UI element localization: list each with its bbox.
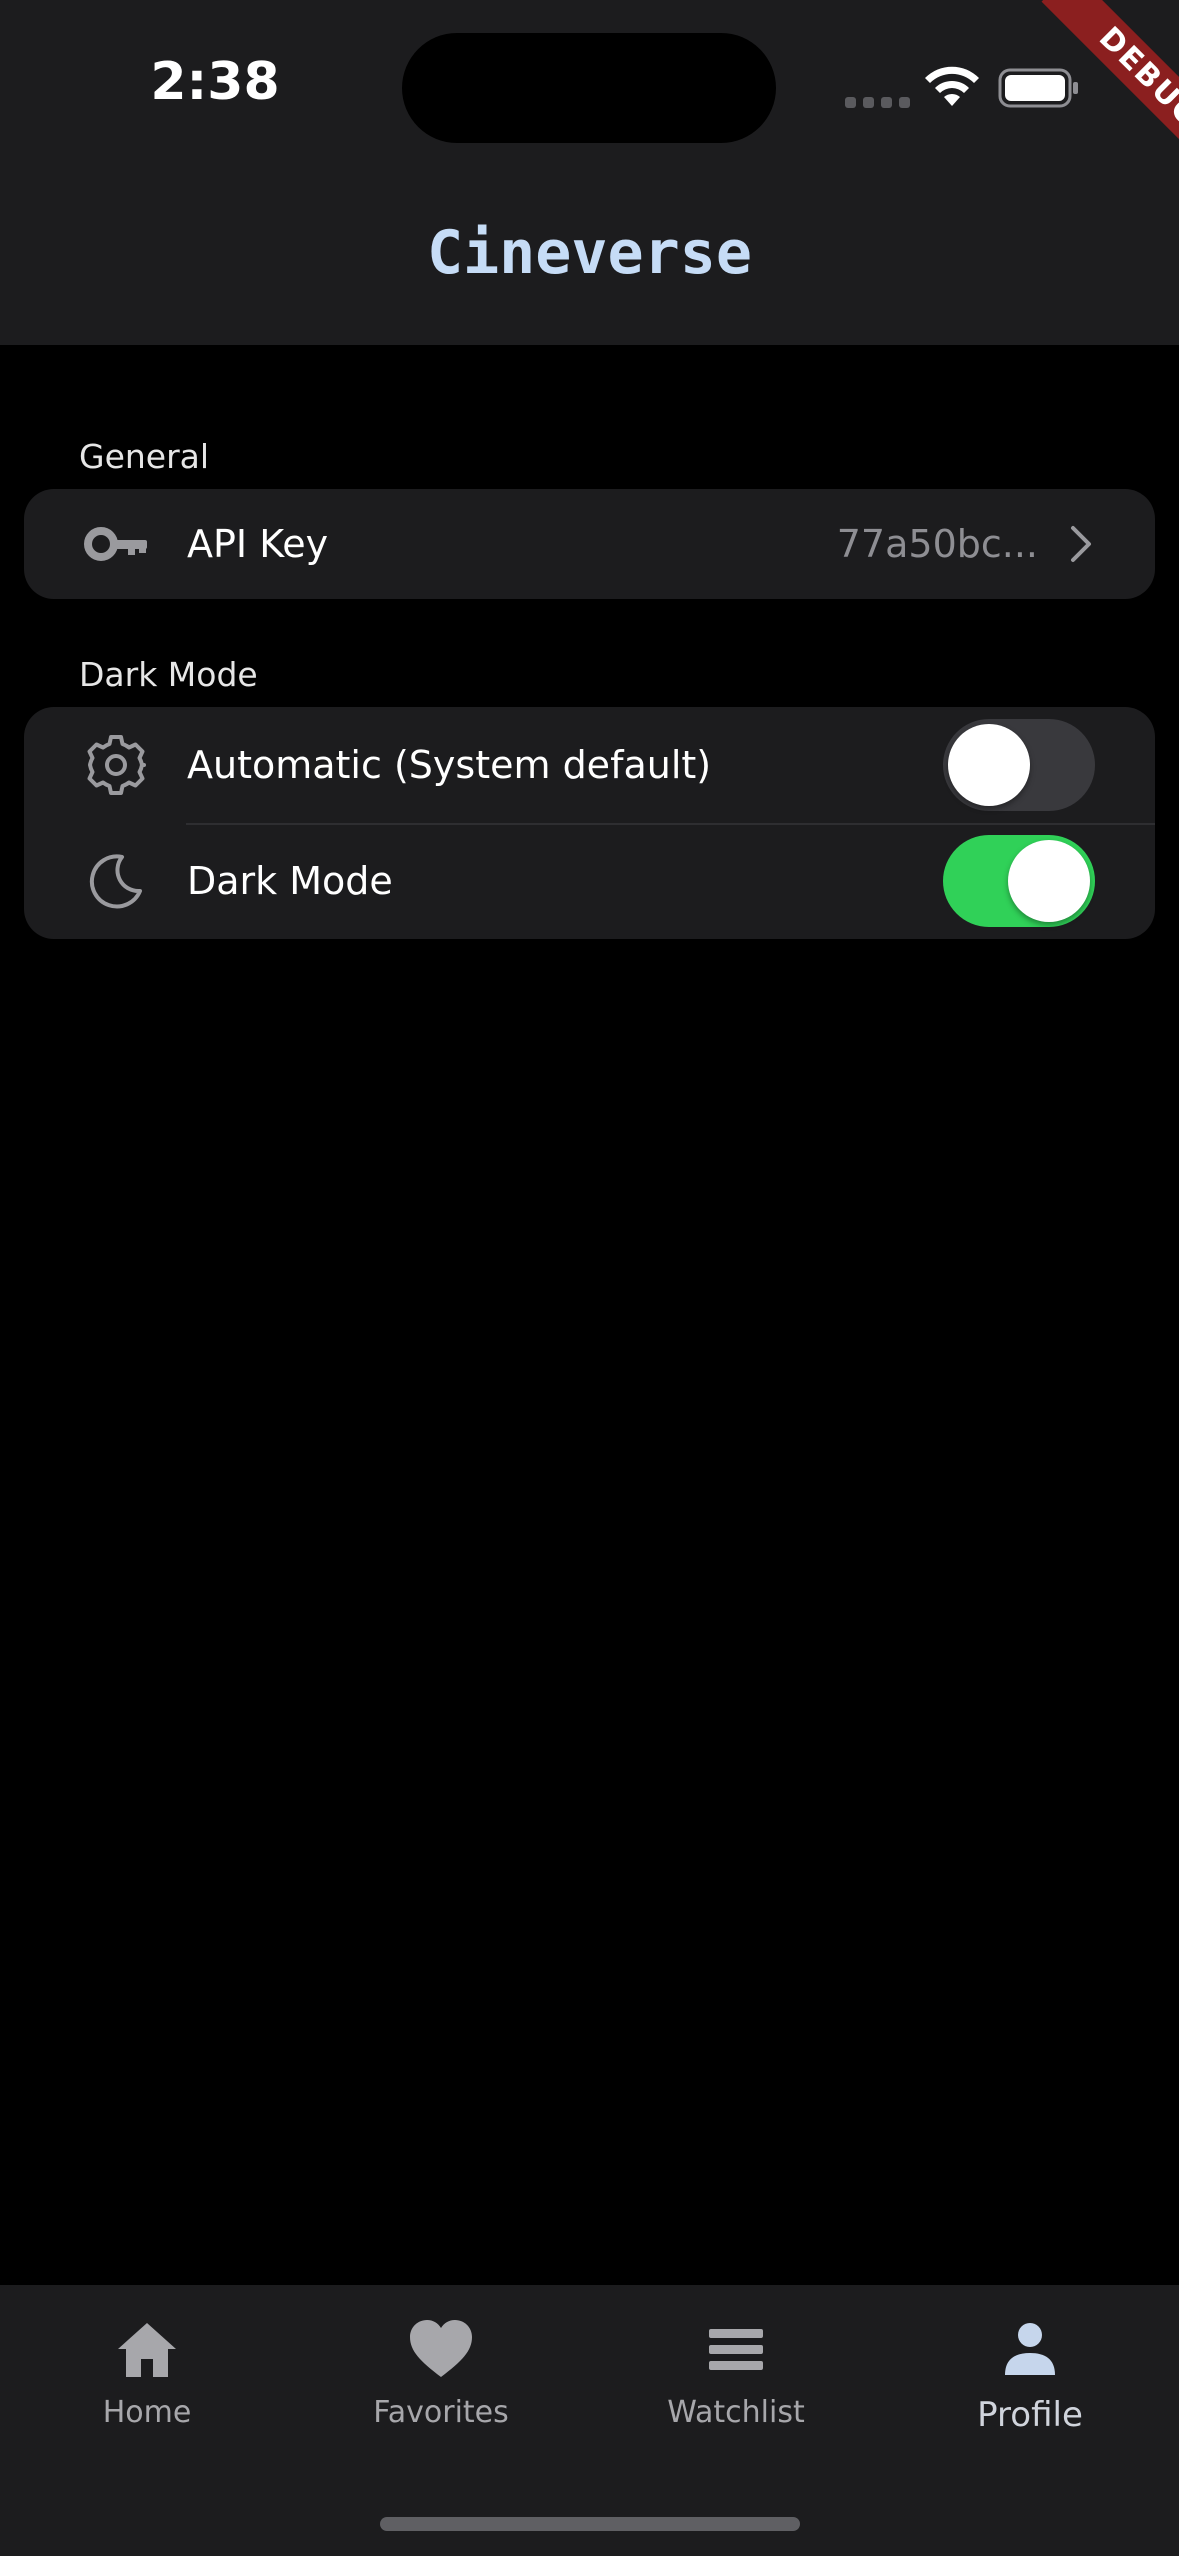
toggle-knob (1008, 840, 1090, 922)
cellular-signal-icon (845, 97, 910, 108)
nav-label-watchlist: Watchlist (667, 2395, 805, 2430)
dark-mode-row: Dark Mode (24, 823, 1155, 939)
person-icon (1005, 2323, 1055, 2375)
automatic-label: Automatic (System default) (187, 743, 712, 787)
nav-item-home[interactable]: Home (47, 2315, 247, 2430)
dark-mode-toggle[interactable] (943, 835, 1095, 927)
status-time: 2:38 (150, 52, 280, 112)
heart-icon (410, 2320, 472, 2377)
gear-icon (80, 729, 152, 801)
battery-icon (998, 68, 1078, 108)
nav-label-profile: Profile (977, 2395, 1083, 2435)
api-key-label: API Key (187, 522, 329, 566)
chevron-right-icon (1071, 526, 1091, 562)
top-bar: 2:38 DEBUG Cineverse (0, 0, 1179, 345)
home-indicator (380, 2517, 800, 2531)
automatic-toggle[interactable] (943, 719, 1095, 811)
nav-label-favorites: Favorites (373, 2395, 509, 2430)
dynamic-island (402, 33, 776, 143)
general-group: API Key 77a50bc... (24, 489, 1155, 599)
nav-item-watchlist[interactable]: Watchlist (636, 2315, 836, 2430)
bottom-navigation: Home Favorites Watchlist Profile (0, 2285, 1179, 2556)
dark-mode-label: Dark Mode (187, 859, 393, 903)
nav-item-profile[interactable]: Profile (930, 2315, 1130, 2435)
key-icon (80, 508, 152, 580)
wifi-icon (925, 66, 979, 106)
nav-label-home: Home (102, 2395, 192, 2430)
api-key-value: 77a50bc... (836, 522, 1038, 566)
toggle-knob (948, 724, 1030, 806)
list-icon (709, 2329, 763, 2370)
section-label-dark-mode: Dark Mode (79, 655, 258, 694)
section-label-general: General (79, 437, 210, 476)
app-title: Cineverse (426, 218, 753, 288)
dark-mode-group: Automatic (System default) Dark Mode (24, 707, 1155, 939)
nav-item-favorites[interactable]: Favorites (341, 2315, 541, 2430)
home-icon (118, 2323, 176, 2377)
moon-icon (80, 845, 152, 917)
api-key-row[interactable]: API Key 77a50bc... (24, 489, 1155, 599)
automatic-row: Automatic (System default) (24, 707, 1155, 823)
